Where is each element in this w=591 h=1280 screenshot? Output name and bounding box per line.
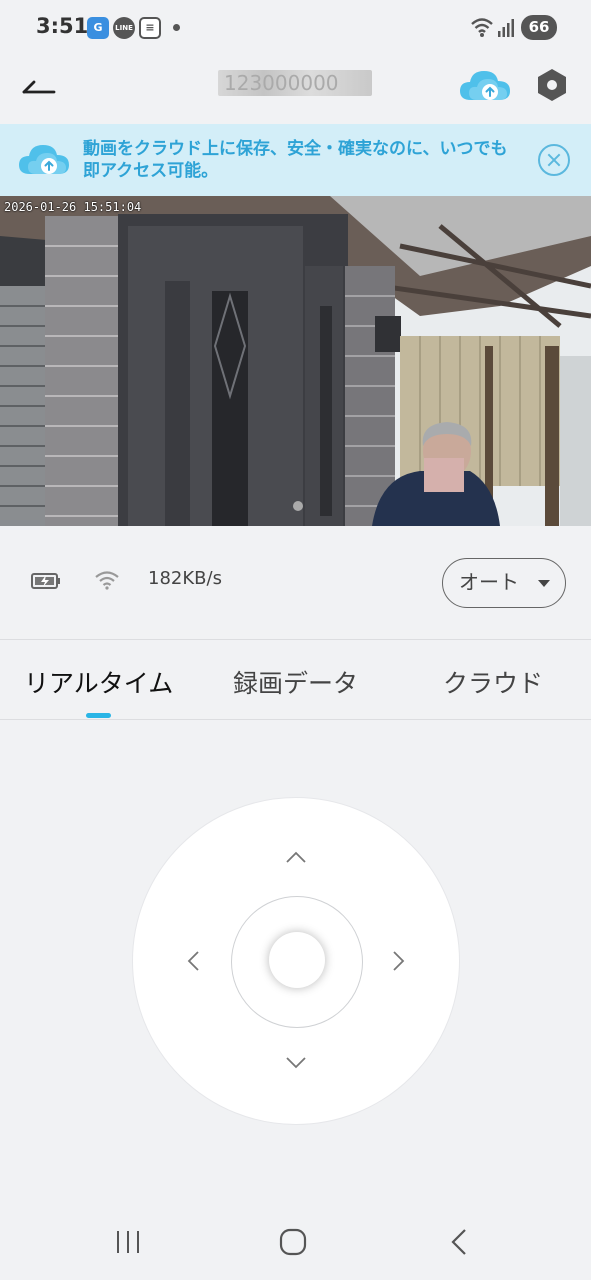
stream-info-row: 182KB/s オート (0, 540, 591, 620)
divider (0, 639, 591, 640)
cloud-upload-icon (19, 145, 69, 174)
bitrate-text: 182KB/s (148, 568, 222, 589)
battery-level-badge: 66 (521, 15, 557, 40)
pan-down-arrow-icon[interactable] (285, 1056, 307, 1070)
signal-icon (498, 19, 514, 37)
cloud-upload-icon[interactable] (457, 66, 513, 106)
active-tab-indicator (86, 713, 111, 718)
ptz-center-button[interactable] (269, 932, 325, 988)
notification-dot-icon (173, 24, 180, 31)
line-icon: LINE (113, 17, 135, 39)
system-nav-bar (0, 1200, 591, 1280)
device-name-title: 123000000 (218, 70, 372, 96)
pan-up-arrow-icon[interactable] (285, 850, 307, 864)
top-app-bar: 123000000 (0, 56, 591, 124)
wifi-icon (95, 571, 119, 590)
pan-left-arrow-icon[interactable] (186, 950, 200, 972)
divider (0, 719, 591, 720)
settings-icon[interactable] (535, 68, 569, 102)
banner-message: 動画をクラウド上に保存、安全・確実なのに、いつでも即アクセス可能。 (83, 139, 508, 181)
tab-recordings[interactable]: 録画データ (233, 664, 358, 700)
video-timestamp: 2026-01-26 15:51:04 (4, 200, 142, 214)
ptz-joystick[interactable] (132, 797, 460, 1125)
close-icon[interactable] (538, 144, 570, 176)
live-video-feed[interactable]: 2026-01-26 15:51:04 (0, 196, 591, 526)
camera-image (0, 196, 591, 526)
status-time: 3:51 (36, 14, 89, 38)
pan-right-arrow-icon[interactable] (392, 950, 406, 972)
status-bar: 3:51 G LINE ≡ 66 (0, 0, 591, 56)
app-g-icon: G (87, 17, 109, 39)
cloud-promo-banner[interactable]: 動画をクラウド上に保存、安全・確実なのに、いつでも即アクセス可能。 (0, 124, 591, 196)
tab-realtime[interactable]: リアルタイム (24, 664, 173, 700)
wifi-status-icon (471, 18, 493, 37)
news-icon: ≡ (139, 17, 161, 39)
tab-cloud[interactable]: クラウド (443, 664, 543, 700)
caret-down-icon (538, 580, 550, 587)
quality-dropdown[interactable]: オート (442, 558, 566, 608)
back-nav-icon[interactable] (449, 1228, 469, 1256)
recent-apps-icon[interactable] (114, 1229, 142, 1255)
battery-charging-icon (31, 573, 60, 589)
quality-value: オート (459, 570, 519, 594)
home-icon[interactable] (279, 1228, 307, 1256)
back-arrow-icon[interactable] (20, 72, 60, 102)
